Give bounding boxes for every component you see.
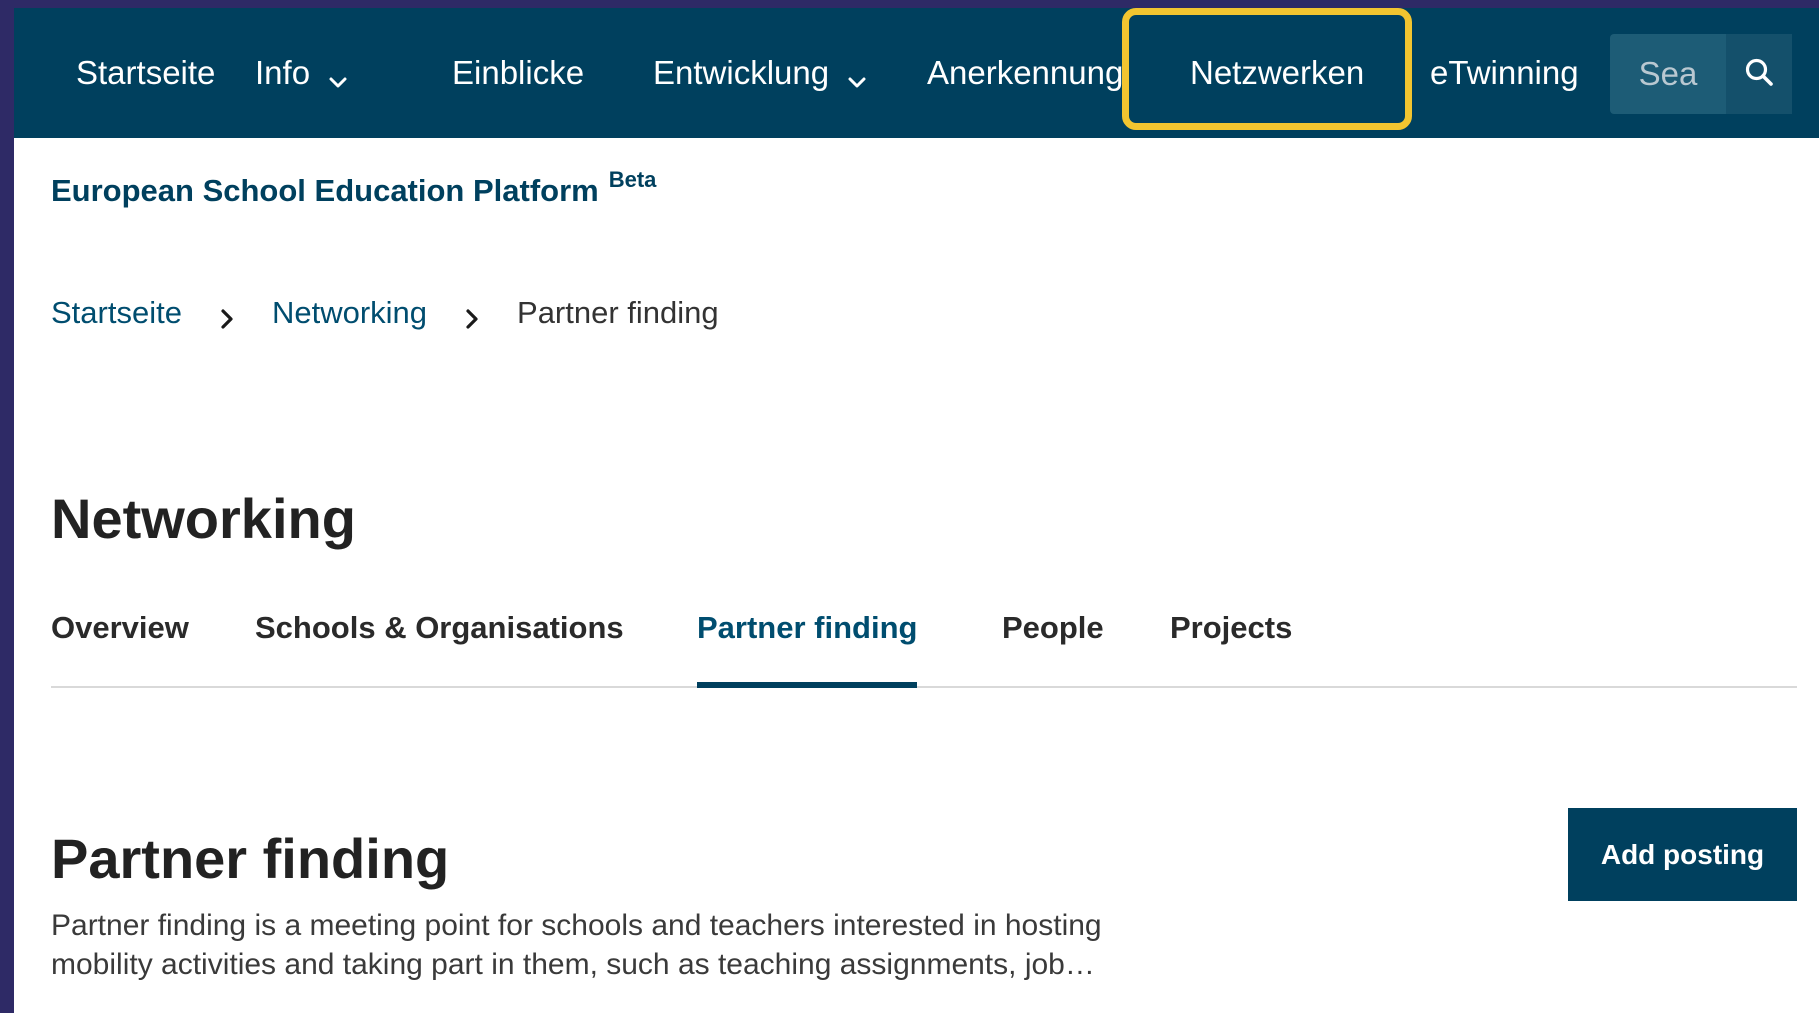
beta-badge: Beta	[608, 167, 657, 192]
nav-item-label: Info	[255, 54, 311, 91]
nav-item-label: Einblicke	[452, 54, 585, 91]
nav-item-netzwerken[interactable]: Netzwerken	[1190, 8, 1364, 138]
search-icon	[1744, 57, 1774, 92]
tab-people[interactable]: People	[1002, 600, 1104, 686]
tab-partner-finding[interactable]: Partner finding	[697, 600, 918, 688]
nav-item-info[interactable]: Info	[255, 8, 348, 138]
browser-viewport: Startseite Info Einblicke Entwicklung An…	[14, 8, 1819, 1013]
section-title: Networking	[51, 487, 356, 550]
nav-item-label: Anerkennung	[927, 54, 1124, 91]
tab-projects[interactable]: Projects	[1170, 600, 1292, 686]
nav-item-label: Startseite	[76, 54, 216, 91]
top-navigation: Startseite Info Einblicke Entwicklung An…	[14, 8, 1819, 138]
nav-item-label: eTwinning	[1430, 54, 1579, 91]
section-tabs: Overview Schools & Organisations Partner…	[51, 600, 1797, 688]
search-placeholder: Sea	[1638, 55, 1698, 92]
search-button[interactable]	[1726, 34, 1792, 114]
chevron-down-icon	[328, 63, 348, 88]
search-input[interactable]: Sea	[1610, 34, 1726, 114]
nav-item-etwinning[interactable]: eTwinning	[1430, 8, 1579, 138]
tab-overview[interactable]: Overview	[51, 600, 189, 686]
page-heading: Partner finding	[51, 827, 450, 890]
site-name: European School Education Platform	[51, 173, 599, 208]
nav-item-label: Netzwerken	[1190, 54, 1365, 91]
nav-item-label: Entwicklung	[653, 54, 830, 91]
chevron-down-icon	[847, 63, 867, 88]
nav-item-anerkennung[interactable]: Anerkennung	[927, 8, 1123, 138]
site-title[interactable]: European School Education Platform Beta	[51, 167, 656, 209]
page-description: Partner finding is a meeting point for s…	[51, 909, 1102, 981]
chevron-right-icon	[216, 302, 238, 329]
breadcrumb-link-startseite[interactable]: Startseite	[51, 295, 182, 331]
tab-schools-organisations[interactable]: Schools & Organisations	[255, 600, 624, 686]
breadcrumb: Startseite Networking Partner finding	[51, 288, 719, 338]
add-posting-button[interactable]: Add posting	[1568, 808, 1797, 901]
nav-item-entwicklung[interactable]: Entwicklung	[653, 8, 867, 138]
chevron-right-icon	[461, 302, 483, 329]
nav-item-startseite[interactable]: Startseite	[76, 8, 215, 138]
nav-item-einblicke[interactable]: Einblicke	[452, 8, 584, 138]
breadcrumb-current: Partner finding	[517, 295, 719, 330]
breadcrumb-link-networking[interactable]: Networking	[272, 295, 427, 331]
